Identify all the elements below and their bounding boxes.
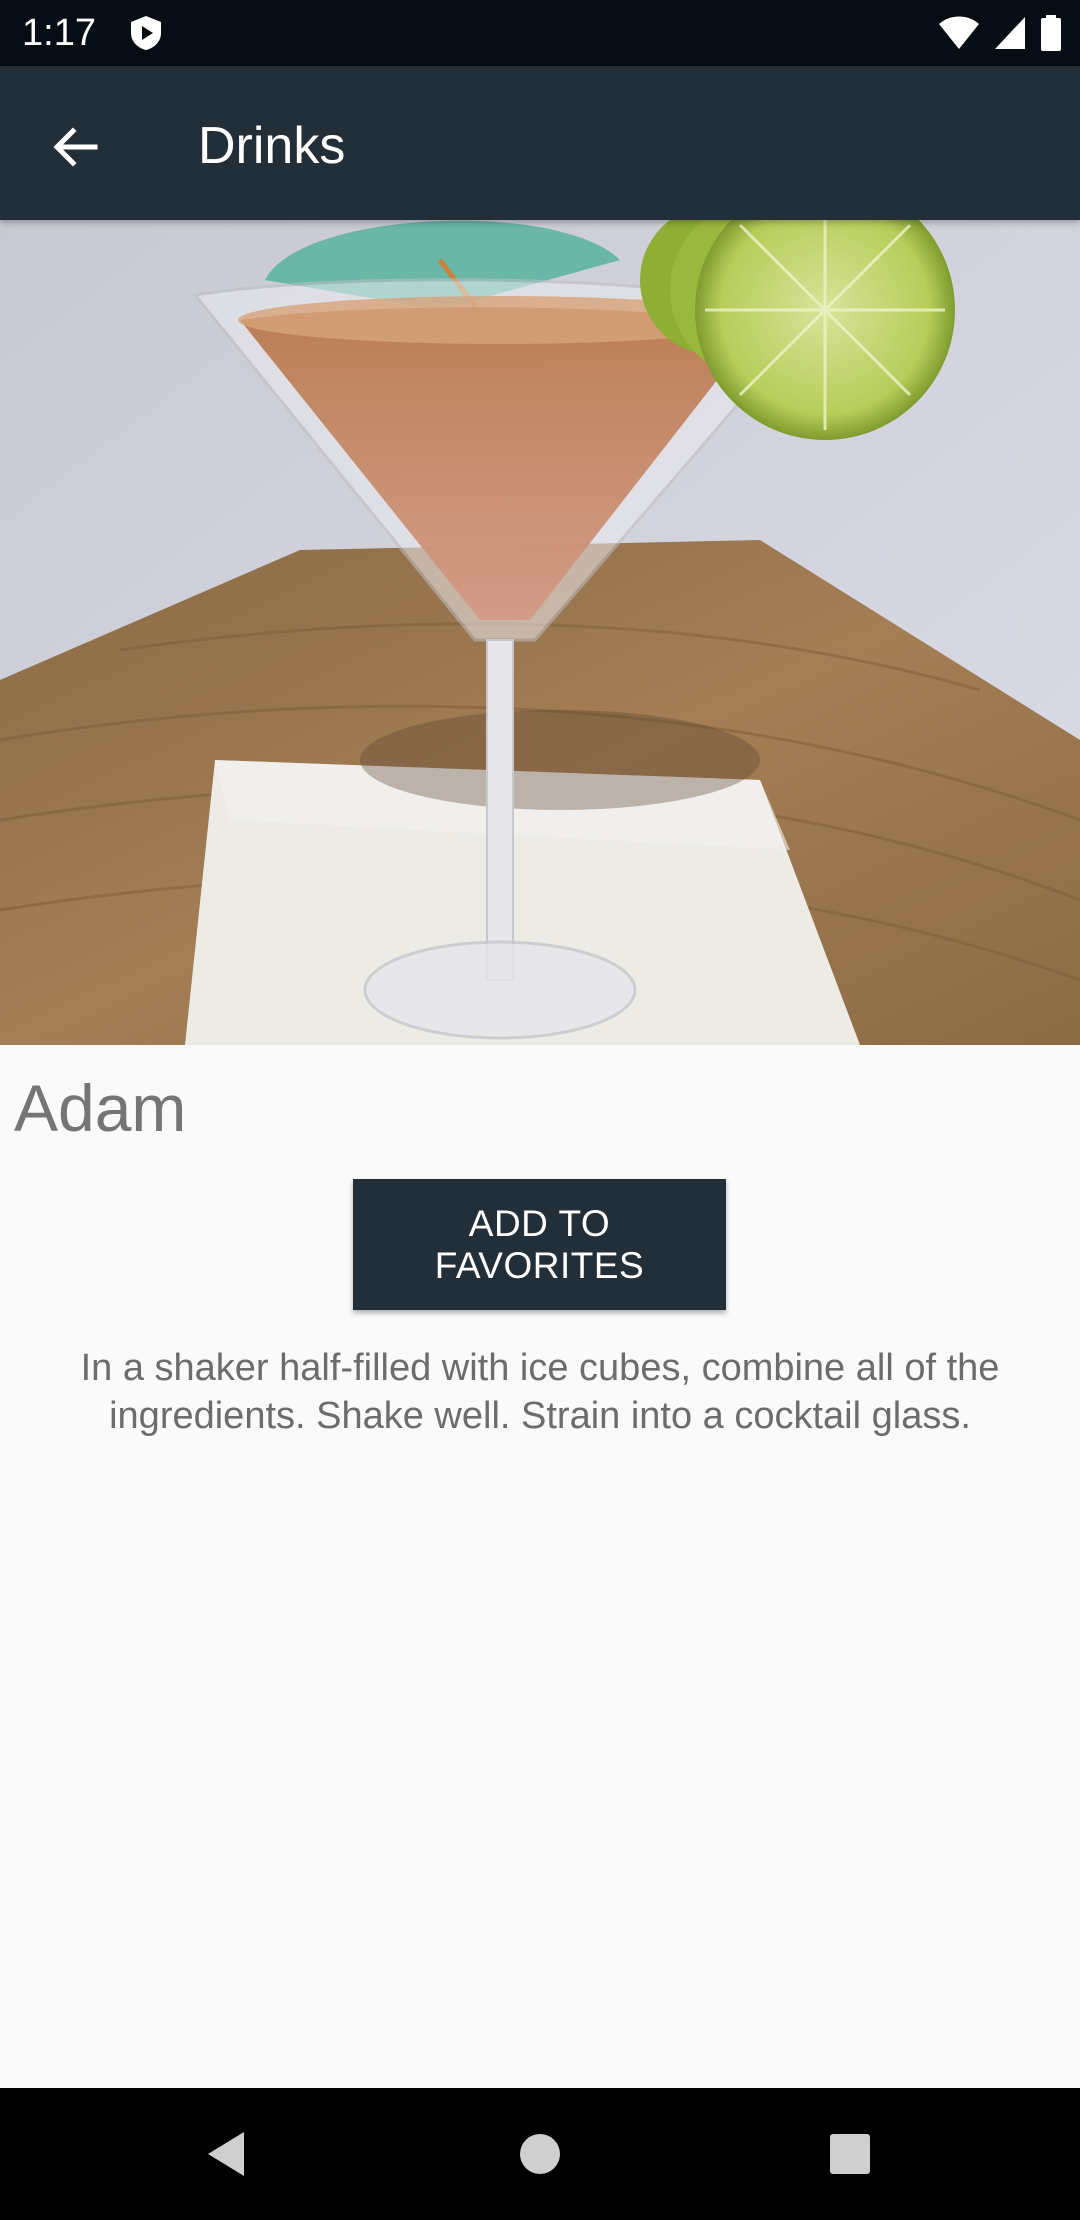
nav-recents-button[interactable]	[814, 2118, 886, 2190]
status-bar: 1:17	[0, 0, 1080, 66]
app-title: Drinks	[198, 117, 346, 175]
shield-play-icon	[131, 16, 161, 50]
battery-icon	[1041, 15, 1061, 51]
add-to-favorites-button[interactable]: ADD TO FAVORITES	[353, 1179, 726, 1310]
back-triangle-icon	[208, 2132, 244, 2176]
wifi-icon	[939, 16, 979, 49]
recents-square-icon	[830, 2134, 870, 2174]
drink-image	[0, 220, 1080, 1045]
status-time: 1:17	[22, 12, 96, 54]
drink-detail-screen: 1:17 Drinks Adam ADD TO FAVORITES In a s…	[0, 0, 1080, 2220]
home-circle-icon	[520, 2134, 560, 2174]
drink-instructions: In a shaker half-filled with ice cubes, …	[80, 1347, 1000, 1437]
nav-home-button[interactable]	[504, 2118, 576, 2190]
cocktail-photo	[0, 220, 1080, 1045]
cellular-signal-icon	[995, 17, 1025, 49]
drink-name: Adam	[14, 1071, 187, 1145]
status-icons	[938, 14, 1062, 52]
nav-back-button[interactable]	[190, 2118, 262, 2190]
app-bar: Drinks	[0, 66, 1080, 220]
system-nav-bar	[0, 2088, 1080, 2220]
arrow-left-icon	[53, 127, 98, 167]
back-button[interactable]	[36, 108, 114, 186]
